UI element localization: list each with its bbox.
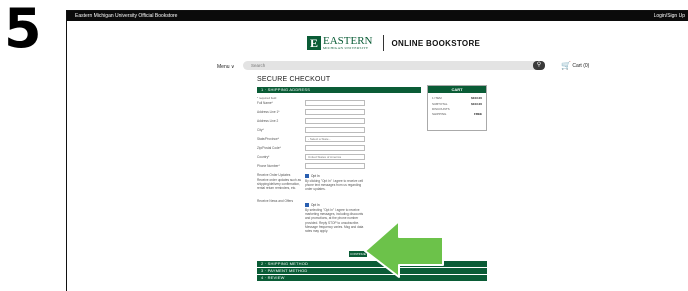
order-updates-note: Receive order updates such as shipping/d… — [257, 178, 301, 191]
address-line1-field[interactable] — [305, 109, 365, 115]
form-row: Phone Number* — [257, 163, 367, 170]
form-row: Address Line 1* — [257, 109, 367, 116]
news-offers-checkbox[interactable] — [305, 203, 309, 207]
cart-line: 1 ITEM $103.00 — [432, 96, 482, 100]
cart-link[interactable]: 🛒 Cart (0) — [561, 61, 589, 71]
field-label: City* — [257, 128, 264, 132]
field-label: Country* — [257, 155, 270, 159]
news-offers-optin-label: Opt In — [311, 203, 320, 207]
page-title: SECURE CHECKOUT — [257, 76, 331, 83]
store-name: ONLINE BOOKSTORE — [391, 38, 481, 48]
form-row: Full Name* — [257, 100, 367, 107]
pointer-arrow-icon — [364, 220, 444, 278]
logo-divider — [382, 35, 384, 51]
section-shipping-address[interactable]: 1 · SHIPPING ADDRESS — [257, 87, 421, 93]
cart-line: SHIPPING FREE — [432, 112, 482, 116]
field-label: State/Province* — [257, 137, 279, 141]
field-label: Phone Number* — [257, 164, 280, 168]
form-row: State/Province* - Select a State - — [257, 136, 367, 143]
search-placeholder: Search — [251, 63, 266, 68]
field-label: Zip/Postal Code* — [257, 146, 281, 150]
news-offers-label: Receive News and Offers — [257, 199, 294, 203]
order-updates-optin-label: Opt In — [311, 174, 320, 178]
phone-field[interactable] — [305, 163, 365, 169]
state-select[interactable]: - Select a State - — [305, 136, 365, 142]
top-bar: Eastern Michigan University Official Boo… — [67, 11, 688, 21]
field-label: Full Name* — [257, 101, 273, 105]
login-link[interactable]: Login/Sign Up — [654, 11, 685, 21]
browser-screenshot: Eastern Michigan University Official Boo… — [66, 10, 688, 291]
cart-summary: CART 1 ITEM $103.00 SUBTOTAL $103.00 DISCO… — [427, 85, 487, 131]
cart-line: DISCOUNTS — [432, 107, 450, 111]
order-updates-label: Receive Order Updates — [257, 173, 291, 177]
site-title: Eastern Michigan University Official Boo… — [75, 13, 178, 19]
store-logo[interactable]: E EASTERN MICHIGAN UNIVERSITY ONLINE BOO… — [307, 35, 480, 51]
form-row: City* — [257, 127, 367, 134]
order-updates-checkbox[interactable] — [305, 174, 309, 178]
cart-link-label: Cart (0) — [572, 62, 590, 69]
search-input[interactable]: Search ⚲ — [243, 61, 545, 70]
order-updates-option: Receive Order Updates Receive order upda… — [257, 173, 432, 195]
search-icon[interactable]: ⚲ — [533, 61, 545, 70]
country-select[interactable]: United States of America — [305, 154, 365, 160]
menu-button[interactable]: Menu ∨ — [217, 64, 235, 70]
zip-field[interactable] — [305, 145, 365, 151]
cart-summary-title: CART — [428, 86, 486, 93]
tutorial-slide: 5 Eastern Michigan University Official B… — [0, 0, 688, 291]
full-name-field[interactable] — [305, 100, 365, 106]
news-offers-text: By selecting "Opt In" I agree to receive… — [305, 208, 364, 234]
field-label: Address Line 2 — [257, 119, 279, 123]
form-row: Address Line 2 — [257, 118, 367, 125]
field-label: Address Line 1* — [257, 110, 280, 114]
step-number: 5 — [4, 0, 42, 60]
form-row: Country* United States of America — [257, 154, 367, 161]
e-logo-icon: E — [307, 36, 321, 50]
logo-wordmark: EASTERN MICHIGAN UNIVERSITY — [323, 35, 373, 51]
cart-line: SUBTOTAL $103.00 — [432, 102, 482, 106]
form-row: Zip/Postal Code* — [257, 145, 367, 152]
cart-icon: 🛒 — [561, 61, 571, 70]
city-field[interactable] — [305, 127, 365, 133]
address-line2-field[interactable] — [305, 118, 365, 124]
order-updates-text: By clicking "Opt In" I agree to receive … — [305, 179, 364, 192]
